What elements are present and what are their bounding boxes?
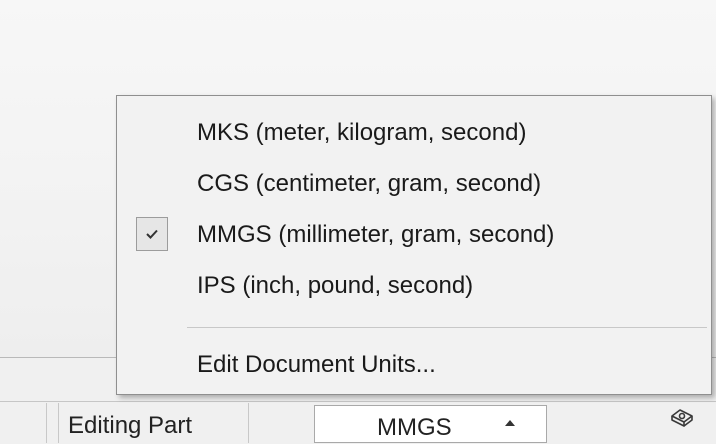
status-separator	[248, 403, 249, 443]
rebuild-icon[interactable]	[668, 404, 696, 432]
triangle-up-icon	[505, 420, 515, 426]
menu-item-mmgs[interactable]: MMGS (millimeter, gram, second)	[117, 212, 711, 258]
menu-item-label: MKS (meter, kilogram, second)	[197, 119, 527, 146]
units-context-menu: MKS (meter, kilogram, second) CGS (centi…	[116, 95, 712, 395]
menu-item-label: MMGS (millimeter, gram, second)	[197, 221, 555, 248]
status-separator	[58, 403, 59, 443]
units-dropdown-value: MMGS	[377, 414, 452, 441]
units-dropdown[interactable]: MMGS	[314, 405, 547, 443]
menu-item-label: Edit Document Units...	[197, 351, 436, 378]
checkmark-icon	[136, 217, 168, 251]
menu-item-ips[interactable]: IPS (inch, pound, second)	[117, 263, 711, 309]
menu-item-label: IPS (inch, pound, second)	[197, 272, 474, 299]
editing-part-label: Editing Part	[68, 412, 193, 439]
menu-item-cgs[interactable]: CGS (centimeter, gram, second)	[117, 161, 711, 207]
menu-separator	[187, 327, 707, 328]
status-separator	[46, 403, 47, 443]
menu-item-edit-document-units[interactable]: Edit Document Units...	[117, 342, 711, 388]
menu-item-label: CGS (centimeter, gram, second)	[197, 170, 542, 197]
menu-item-mks[interactable]: MKS (meter, kilogram, second)	[117, 110, 711, 156]
application-window: Editing Part MMGS MKS (meter, kilogram, …	[0, 0, 716, 444]
